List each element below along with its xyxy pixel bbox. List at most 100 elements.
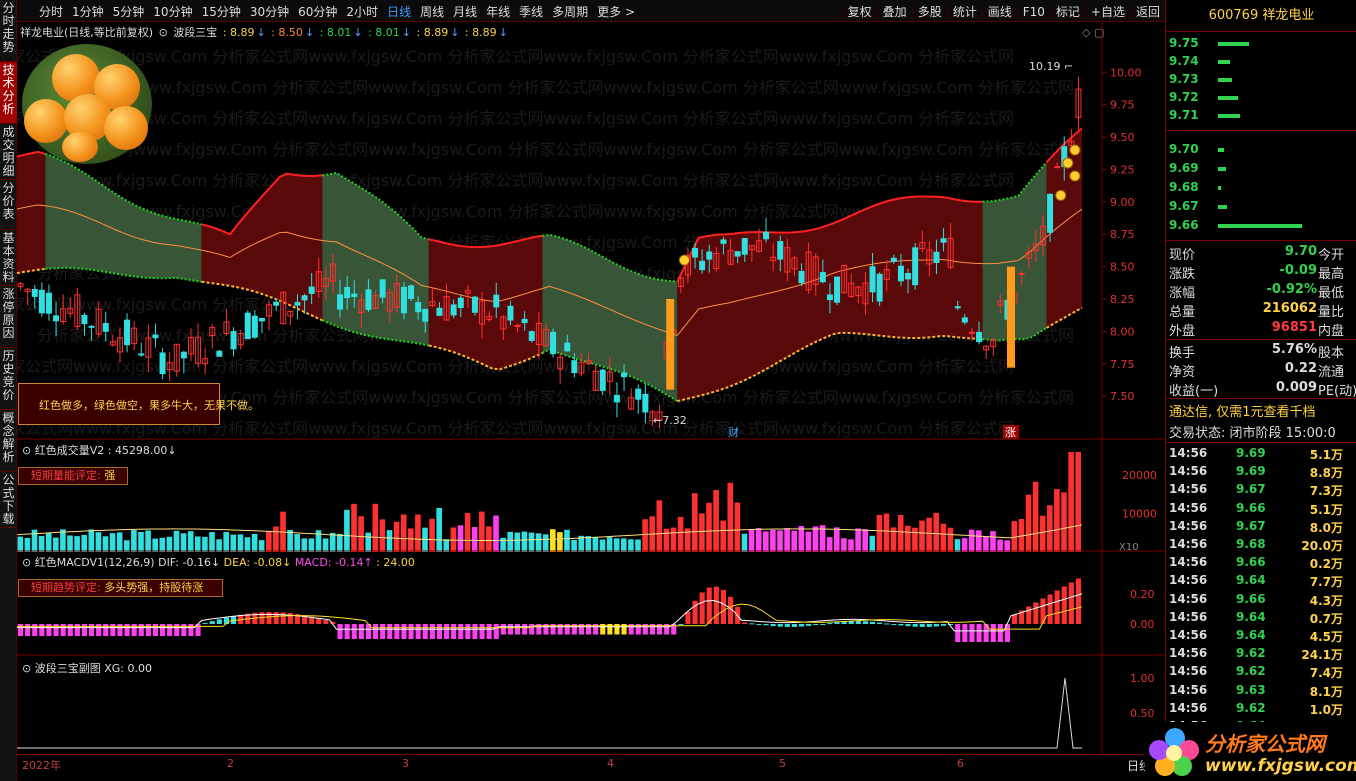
tool-button-2[interactable]: 多股 — [911, 3, 947, 20]
candle-body — [777, 241, 784, 260]
volume-chart[interactable]: 2000010000X10 — [17, 440, 1165, 552]
tick-volume: 5.1万 — [1309, 448, 1343, 462]
candle-body — [741, 237, 748, 255]
period-tab-4[interactable]: 15分钟 — [202, 3, 241, 20]
macd-bar — [699, 592, 705, 624]
macd-bar — [742, 622, 748, 624]
strategy-note: 红色做多，绿色做空，果多牛大，无果不做。 — [18, 383, 259, 425]
macd-chart[interactable]: 0.20 0.00 — [17, 552, 1165, 656]
orange-fruit — [62, 132, 98, 162]
volume-bar — [535, 533, 542, 552]
bid-row: 9.66 — [1166, 218, 1356, 236]
period-tab-1[interactable]: 1分钟 — [72, 3, 104, 20]
period-tab-3[interactable]: 10分钟 — [153, 3, 192, 20]
candle-body — [88, 325, 95, 328]
time-label-2: 3 — [402, 757, 409, 770]
period-tab-8[interactable]: 日线 — [387, 3, 411, 20]
bid-volume-bar — [1218, 186, 1221, 190]
stat-row: 外盘 96851 内盘 — [1166, 320, 1356, 339]
logo-url[interactable]: www.fxjgsw.com — [1205, 756, 1356, 776]
macd-bar — [870, 621, 876, 624]
period-tab-14[interactable]: 更多 > — [597, 3, 635, 20]
macd-bar — [174, 624, 180, 636]
candlestick-chart[interactable]: 分析家公式网www.fxjgsw.Com 分析家公式网www.fxjgsw.Co… — [17, 22, 1165, 440]
candle-body — [564, 342, 571, 352]
tool-button-4[interactable]: 画线 — [981, 3, 1017, 20]
volume-bar — [138, 532, 144, 552]
left-tab-3[interactable]: 分价表 — [0, 180, 17, 230]
period-tab-5[interactable]: 30分钟 — [250, 3, 289, 20]
tool-button-7[interactable]: +自选 — [1084, 3, 1130, 20]
macd-bar — [884, 623, 890, 625]
tool-button-1[interactable]: 叠加 — [876, 3, 912, 20]
volume-bar — [706, 502, 712, 552]
volume-bar — [372, 503, 379, 552]
stat-label: 现价 — [1169, 248, 1196, 263]
macd-bar — [316, 618, 322, 624]
tick-volume: 20.0万 — [1301, 539, 1343, 553]
left-tab-2[interactable]: 成交明细 — [0, 124, 17, 180]
volume-bar — [862, 529, 868, 552]
macd-bar — [933, 624, 939, 627]
tool-button-3[interactable]: 统计 — [946, 3, 982, 20]
left-tab-1[interactable]: 技术分析 — [0, 62, 17, 124]
volume-bar — [770, 529, 776, 552]
left-tab-0[interactable]: 分时走势 — [0, 0, 17, 62]
left-tab-8[interactable]: 公式下载 — [0, 472, 17, 528]
candle-body — [961, 317, 968, 323]
left-tab-6[interactable]: 历史竞价 — [0, 348, 17, 410]
macd-bar — [1033, 602, 1039, 624]
watermark: 分析家公式网www.fxjgsw.Com 分析家公式网www.fxjgsw.Co… — [17, 47, 1014, 66]
ask-price: 9.72 — [1169, 90, 1199, 104]
signal-chart[interactable]: 1.00 0.50 — [17, 656, 1165, 754]
time-label-4: 5 — [779, 757, 786, 770]
volume-bar — [322, 538, 329, 552]
period-tab-6[interactable]: 60分钟 — [298, 3, 337, 20]
tool-button-5[interactable]: F10 — [1016, 5, 1050, 19]
macd-bar — [813, 624, 819, 626]
candle-body — [507, 305, 514, 321]
volume-bar — [521, 531, 528, 552]
ask-row: 9.71 — [1166, 108, 1356, 126]
volume-bar — [457, 525, 464, 552]
stat-label-right: PE(动) — [1318, 384, 1356, 399]
macd-bar — [81, 624, 87, 636]
period-tab-0[interactable]: 分时 — [39, 3, 63, 20]
left-tab-7[interactable]: 概念解析 — [0, 410, 17, 472]
period-tab-13[interactable]: 多周期 — [552, 3, 588, 20]
period-tab-2[interactable]: 5分钟 — [113, 3, 145, 20]
left-tab-5[interactable]: 涨停原因 — [0, 286, 17, 348]
volume-bar — [38, 536, 45, 552]
candle-body — [31, 288, 38, 297]
bid-price: 9.70 — [1169, 142, 1199, 156]
price-label: 7.50 — [1110, 390, 1135, 403]
volume-bar — [1039, 515, 1046, 552]
period-tab-11[interactable]: 年线 — [486, 3, 510, 20]
divider — [1166, 130, 1356, 131]
ask-price: 9.71 — [1169, 108, 1199, 122]
stat-label-right: 量比 — [1318, 305, 1345, 320]
volume-bar — [116, 532, 123, 552]
volume-bar — [905, 525, 911, 552]
tool-button-8[interactable]: 返回 — [1129, 3, 1165, 20]
tool-button-0[interactable]: 复权 — [841, 3, 877, 20]
left-tab-4[interactable]: 基本资料 — [0, 230, 17, 286]
promo-banner[interactable]: 通达信, 仅需1元查看千档 — [1169, 401, 1316, 420]
candle-body — [940, 238, 947, 243]
period-tab-7[interactable]: 2小时 — [346, 3, 378, 20]
left-tab-bar: 分时走势 技术分析 成交明细 分价表 基本资料 涨停原因 历史竞价 概念解析 公式下载 — [0, 0, 17, 781]
stat-value: -0.09 — [1279, 263, 1317, 278]
macd-bar — [827, 623, 833, 625]
period-tab-9[interactable]: 周线 — [420, 3, 444, 20]
candle-body — [968, 331, 975, 334]
candle-body — [230, 331, 237, 350]
macd-bar — [1047, 594, 1053, 624]
tool-button-6[interactable]: 标记 — [1049, 3, 1085, 20]
macd-bar — [472, 624, 478, 639]
bid-volume-bar — [1218, 148, 1224, 152]
volume-bar — [720, 520, 726, 552]
period-tab-10[interactable]: 月线 — [453, 3, 477, 20]
macd-bar — [912, 624, 918, 627]
period-tab-12[interactable]: 季线 — [519, 3, 543, 20]
volume-bar — [152, 538, 158, 552]
